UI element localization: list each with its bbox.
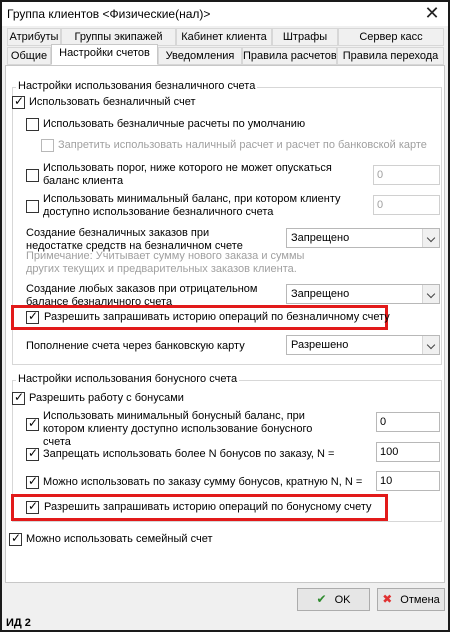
- family-account-label: Можно использовать семейный счет: [26, 533, 213, 545]
- check-icon: ✔: [316, 592, 327, 606]
- tab-cash-server[interactable]: Сервер касс: [338, 28, 444, 46]
- tab-notifications[interactable]: Уведомления: [158, 47, 242, 65]
- create-insufficient-value: Запрещено: [291, 232, 350, 244]
- forbid-more-n-input[interactable]: 100: [376, 442, 440, 462]
- bonus-legend: Настройки использования бонусного счета: [16, 373, 240, 385]
- forbid-more-n-label: Запрещать использовать более N бонусов п…: [43, 448, 335, 460]
- cashless-default-label: Использовать безналичные расчеты по умол…: [43, 118, 306, 130]
- dialog-window: Группа клиентов <Физические(нал)> ✕ Атри…: [0, 0, 450, 632]
- chevron-down-icon: [422, 285, 439, 303]
- footer-id: ИД 2: [6, 617, 31, 629]
- close-icon[interactable]: ✕: [422, 3, 442, 23]
- min-balance-input[interactable]: 0: [373, 195, 440, 215]
- chevron-down-icon: [422, 229, 439, 247]
- cashless-legend: Настройки использования безналичного сче…: [16, 80, 258, 92]
- min-balance-label: Использовать минимальный баланс, при кот…: [43, 193, 341, 218]
- cashless-note: Примечание: Учитывает сумму нового заказ…: [26, 250, 305, 275]
- threshold-checkbox[interactable]: [26, 169, 39, 182]
- tab-transition-rules[interactable]: Правила перехода: [337, 47, 444, 65]
- create-negative-value: Запрещено: [291, 288, 350, 300]
- cross-icon: ✖: [382, 592, 393, 606]
- multiple-n-label: Можно использовать по заказу сумму бонус…: [43, 476, 363, 488]
- forbid-more-n-checkbox[interactable]: [26, 446, 39, 461]
- window-title: Группа клиентов <Физические(нал)>: [7, 7, 211, 21]
- multiple-n-input[interactable]: 10: [376, 471, 440, 491]
- cancel-button[interactable]: ✖ Отмена: [377, 588, 445, 611]
- allow-bonus-label: Разрешить работу с бонусами: [29, 392, 184, 404]
- tab-calc-rules[interactable]: Правила расчетов: [242, 47, 337, 65]
- tab-account-settings[interactable]: Настройки счетов: [51, 44, 158, 65]
- forbid-cash-card-checkbox[interactable]: [41, 139, 54, 152]
- allow-bonus-checkbox[interactable]: [12, 390, 25, 405]
- tab-general[interactable]: Общие: [7, 47, 51, 65]
- multiple-n-checkbox[interactable]: [26, 474, 39, 489]
- tab-fines[interactable]: Штрафы: [272, 28, 338, 46]
- use-cashless-label: Использовать безналичный счет: [29, 96, 196, 108]
- cashless-history-checkbox[interactable]: [26, 309, 39, 324]
- create-insufficient-select[interactable]: Запрещено: [286, 228, 440, 248]
- cashless-default-checkbox[interactable]: [26, 118, 39, 131]
- create-negative-select[interactable]: Запрещено: [286, 284, 440, 304]
- topup-select[interactable]: Разрешено: [286, 335, 440, 355]
- bonus-history-checkbox[interactable]: [26, 499, 39, 514]
- forbid-cash-card-label: Запретить использовать наличный расчет и…: [58, 139, 427, 151]
- topup-label: Пополнение счета через банковскую карту: [26, 340, 245, 352]
- chevron-down-icon: [422, 336, 439, 354]
- title-bar: Группа клиентов <Физические(нал)> ✕: [2, 2, 448, 26]
- min-bonus-input[interactable]: 0: [376, 412, 440, 432]
- min-balance-checkbox[interactable]: [26, 200, 39, 213]
- cashless-history-label: Разрешить запрашивать историю операций п…: [44, 311, 390, 323]
- family-account-checkbox[interactable]: [9, 531, 22, 546]
- ok-button[interactable]: ✔ OK: [297, 588, 370, 611]
- use-cashless-checkbox[interactable]: [12, 94, 25, 109]
- topup-value: Разрешено: [291, 339, 349, 351]
- min-bonus-checkbox[interactable]: [26, 416, 39, 431]
- min-bonus-label: Использовать минимальный бонусный баланс…: [43, 410, 313, 448]
- bonus-history-label: Разрешить запрашивать историю операций п…: [44, 501, 372, 513]
- threshold-input[interactable]: 0: [373, 165, 440, 185]
- threshold-label: Использовать порог, ниже которого не мож…: [43, 162, 332, 187]
- tab-client-cabinet[interactable]: Кабинет клиента: [176, 28, 272, 46]
- cancel-label: Отмена: [400, 594, 440, 606]
- ok-label: OK: [334, 594, 351, 606]
